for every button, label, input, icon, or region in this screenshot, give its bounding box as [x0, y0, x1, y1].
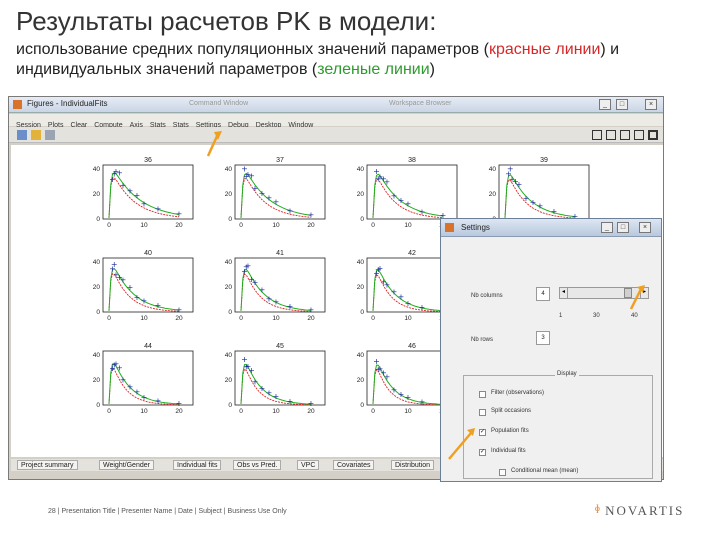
footer-text: | Presentation Title | Presenter Name | …: [57, 508, 287, 515]
arrow-columns-slider: [629, 285, 645, 310]
novartis-logo: ᶲ NOVARTIS: [595, 503, 684, 520]
slide-footer: 28 | Presentation Title | Presenter Name…: [48, 508, 287, 515]
novartis-wordmark: NOVARTIS: [605, 503, 685, 518]
arrow-settings-menu: [206, 131, 222, 157]
settings-dialog: Settings _ □ × Nb columns 4 ◂ ▸ 1 30 40 …: [440, 218, 662, 482]
page-number: 28: [48, 508, 56, 515]
novartis-flame-icon: ᶲ: [595, 503, 600, 519]
